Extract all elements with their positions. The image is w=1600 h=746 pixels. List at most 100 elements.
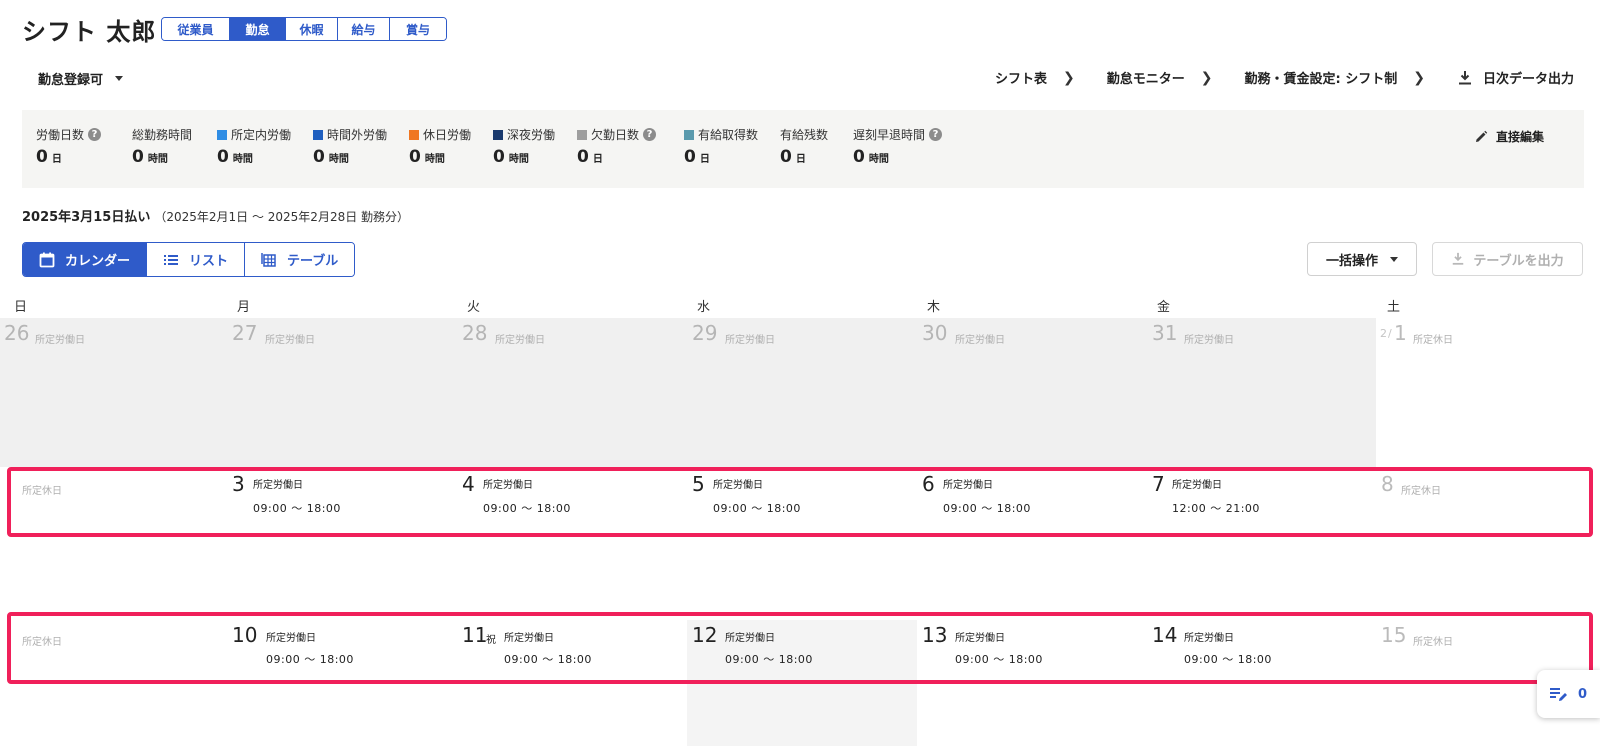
attendance-summary: 労働日数? 0日 総勤務時間 0 時間 所定内労働 0 時間 時間外労働 0 時間 休… bbox=[22, 110, 1584, 188]
stat-paid-leave-taken: 有給取得数 0日 bbox=[684, 126, 758, 167]
day-number: 26 bbox=[4, 321, 30, 345]
weekday-mon: 月 bbox=[237, 300, 251, 315]
stat-unit: 時間 bbox=[232, 154, 253, 165]
month-separator: / bbox=[1388, 327, 1392, 340]
stat-label: 総勤務時間 bbox=[132, 128, 193, 142]
shift-table-link[interactable]: シフト表 ❯ bbox=[995, 68, 1075, 88]
legend-swatch bbox=[577, 129, 587, 140]
stat-value: 0 bbox=[217, 147, 229, 167]
stat-holiday-work: 休日労働 0 時間 bbox=[409, 126, 471, 167]
attendance-monitor-link[interactable]: 勤怠モニター ❯ bbox=[1106, 68, 1213, 88]
highlight-week-2 bbox=[7, 467, 1593, 537]
weekday-sat: 土 bbox=[1387, 300, 1401, 315]
day-type: 所定労働日 bbox=[495, 335, 545, 346]
stat-unit: 時間 bbox=[868, 154, 889, 165]
day-number: 28 bbox=[462, 321, 488, 345]
month-prefix: 2 bbox=[1380, 327, 1387, 340]
weekday-thu: 木 bbox=[927, 300, 941, 315]
day-number: 31 bbox=[1152, 321, 1178, 345]
day-number: 1 bbox=[1394, 321, 1407, 345]
legend-swatch bbox=[493, 129, 503, 140]
bulk-action-label: 一括操作 bbox=[1325, 253, 1378, 269]
stat-work-days: 労働日数? 0日 bbox=[36, 126, 102, 167]
caret-down-icon bbox=[115, 76, 124, 81]
page-title: シフト 太郎 bbox=[22, 18, 157, 46]
daily-export-label: 日次データ出力 bbox=[1482, 72, 1574, 87]
edit-list-icon bbox=[1549, 688, 1567, 701]
weekday-wed: 水 bbox=[697, 300, 711, 315]
help-icon[interactable]: ? bbox=[88, 128, 102, 141]
stat-label: 有給取得数 bbox=[698, 128, 759, 142]
legend-swatch bbox=[684, 129, 694, 140]
work-settings-link[interactable]: 勤務・賃金設定: シフト制 ❯ bbox=[1244, 68, 1425, 88]
work-settings-label: 勤務・賃金設定: シフト制 bbox=[1244, 72, 1398, 87]
calendar-view-button[interactable]: カレンダー bbox=[23, 243, 148, 276]
list-icon bbox=[164, 254, 179, 265]
table-icon bbox=[261, 252, 276, 267]
work-range: （2025年2月1日 〜 2025年2月28日 勤務分） bbox=[154, 210, 410, 224]
chevron-right-icon: ❯ bbox=[1413, 69, 1425, 86]
table-view-label: テーブル bbox=[287, 254, 339, 269]
day-type: 所定労働日 bbox=[35, 335, 85, 346]
stat-label: 所定内労働 bbox=[231, 128, 292, 142]
legend-swatch bbox=[313, 129, 323, 140]
stat-value: 0 bbox=[36, 147, 48, 167]
tab-salary[interactable]: 給与 bbox=[338, 18, 390, 40]
download-icon bbox=[1458, 70, 1471, 84]
stat-label: 休日労働 bbox=[423, 128, 472, 142]
bulk-action-dropdown[interactable]: 一括操作 bbox=[1307, 242, 1417, 276]
weekday-sun: 日 bbox=[14, 300, 28, 315]
list-view-button[interactable]: リスト bbox=[147, 243, 246, 276]
stat-absence: 欠勤日数? 0日 bbox=[577, 126, 657, 167]
calendar-icon bbox=[39, 252, 55, 267]
daily-export-button[interactable]: 日次データ出力 bbox=[1457, 68, 1574, 87]
pay-date: 2025年3月15日払い bbox=[22, 210, 151, 225]
day-number: 29 bbox=[692, 321, 718, 345]
stat-value: 0 bbox=[132, 147, 144, 167]
notes-count: 0 bbox=[1577, 686, 1588, 702]
pencil-icon bbox=[1475, 130, 1488, 142]
stat-scheduled: 所定内労働 0 時間 bbox=[217, 126, 291, 167]
stat-label: 遅刻早退時間 bbox=[853, 128, 926, 142]
day-number: 30 bbox=[922, 321, 948, 345]
table-view-button[interactable]: テーブル bbox=[245, 243, 355, 276]
tab-attendance[interactable]: 勤怠 bbox=[230, 18, 286, 40]
stat-overtime: 時間外労働 0 時間 bbox=[313, 126, 387, 167]
tab-leave[interactable]: 休暇 bbox=[286, 18, 338, 40]
stat-total-hours: 総勤務時間 0 時間 bbox=[132, 126, 192, 167]
stat-label: 有給残数 bbox=[780, 128, 829, 142]
attendance-monitor-label: 勤怠モニター bbox=[1106, 72, 1185, 87]
direct-edit-button[interactable]: 直接編集 bbox=[1474, 128, 1544, 145]
chevron-right-icon: ❯ bbox=[1063, 69, 1075, 86]
weekday-fri: 金 bbox=[1157, 300, 1171, 315]
pay-period: 2025年3月15日払い （2025年2月1日 〜 2025年2月28日 勤務分） bbox=[22, 206, 409, 225]
stat-paid-leave-remaining: 有給残数 0日 bbox=[780, 126, 828, 167]
employee-tabs: 従業員 勤怠 休暇 給与 賞与 bbox=[161, 17, 447, 41]
attendance-status-dropdown[interactable]: 勤怠登録可 bbox=[38, 69, 124, 88]
help-icon[interactable]: ? bbox=[929, 128, 943, 141]
export-table-label: テーブルを出力 bbox=[1473, 253, 1564, 269]
stat-unit: 時間 bbox=[424, 154, 445, 165]
stat-value: 0 bbox=[409, 147, 421, 167]
download-icon bbox=[1453, 252, 1464, 265]
stat-value: 0 bbox=[780, 147, 792, 167]
stat-label: 深夜労働 bbox=[507, 128, 556, 142]
export-table-button[interactable]: テーブルを出力 bbox=[1432, 242, 1583, 276]
stat-unit: 日 bbox=[51, 154, 62, 165]
direct-edit-label: 直接編集 bbox=[1495, 130, 1544, 144]
help-icon[interactable]: ? bbox=[643, 128, 657, 141]
legend-swatch bbox=[217, 129, 227, 140]
notes-floating-button[interactable]: 0 bbox=[1537, 670, 1600, 718]
weekday-tue: 火 bbox=[467, 300, 481, 315]
tab-bonus[interactable]: 賞与 bbox=[390, 18, 446, 40]
stat-value: 0 bbox=[493, 147, 505, 167]
calendar-view-label: カレンダー bbox=[65, 254, 131, 269]
day-type: 所定労働日 bbox=[955, 335, 1005, 346]
day-number: 27 bbox=[232, 321, 258, 345]
stat-unit: 日 bbox=[699, 154, 710, 165]
tab-employee[interactable]: 従業員 bbox=[162, 18, 230, 40]
day-type: 所定労働日 bbox=[265, 335, 315, 346]
stat-late-night: 深夜労働 0 時間 bbox=[493, 126, 555, 167]
stat-unit: 日 bbox=[795, 154, 806, 165]
view-toggle: カレンダー リスト テーブル bbox=[22, 242, 356, 277]
